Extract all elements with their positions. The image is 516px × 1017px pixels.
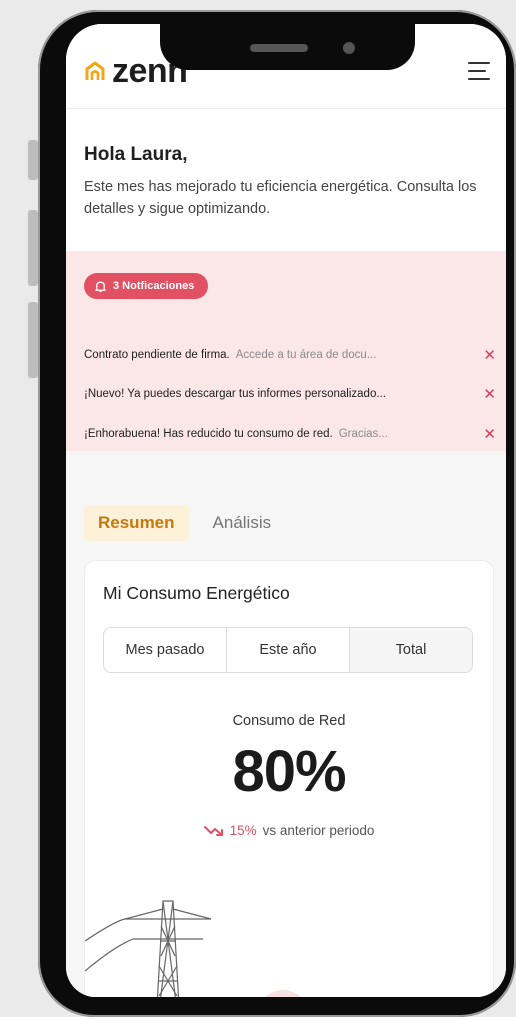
energy-illustration bbox=[85, 900, 301, 997]
hamburger-menu-icon[interactable] bbox=[468, 62, 490, 80]
period-option-this-year[interactable]: Este año bbox=[227, 628, 350, 672]
tab-resumen[interactable]: Resumen bbox=[84, 505, 189, 541]
notification-item[interactable]: Contrato pendiente de firma. Accede a tu … bbox=[84, 345, 496, 365]
tab-analisis[interactable]: Análisis bbox=[199, 505, 286, 541]
bell-icon bbox=[95, 281, 106, 292]
period-option-last-month[interactable]: Mes pasado bbox=[104, 628, 227, 672]
trend-indicator: 15% vs anterior periodo bbox=[85, 823, 493, 838]
notifications-badge[interactable]: 3 Notficaciones bbox=[84, 273, 209, 299]
notification-item[interactable]: ¡Nuevo! Ya puedes descargar tus informes… bbox=[84, 384, 496, 404]
notification-title: Contrato pendiente de firma. bbox=[84, 349, 230, 361]
phone-volume-down bbox=[28, 302, 38, 378]
notification-item[interactable]: ¡Enhorabuena! Has reducido tu consumo de… bbox=[84, 424, 496, 444]
trend-percent: 15% bbox=[229, 823, 257, 838]
consumption-card: Mi Consumo Energético Mes pasado Este añ… bbox=[84, 560, 494, 997]
close-icon[interactable]: ✕ bbox=[483, 427, 496, 442]
lightning-icon bbox=[265, 990, 301, 997]
greeting-title: Hola Laura, bbox=[84, 144, 188, 165]
close-icon[interactable]: ✕ bbox=[483, 387, 496, 402]
speaker-grille bbox=[250, 44, 308, 52]
notification-text: Contrato pendiente de firma. Accede a tu … bbox=[84, 349, 464, 361]
notifications-panel: 3 Notficaciones Contrato pendiente de fi… bbox=[66, 251, 506, 451]
close-icon[interactable]: ✕ bbox=[483, 348, 496, 363]
greeting-message: Este mes has mejorado tu eficiencia ener… bbox=[84, 179, 477, 217]
notification-text: ¡Nuevo! Ya puedes descargar tus informes… bbox=[84, 388, 464, 400]
phone-volume-up bbox=[28, 210, 38, 286]
notification-detail: Accede a tu área de docu... bbox=[235, 349, 377, 361]
metric-label: Consumo de Red bbox=[232, 713, 346, 729]
period-selector: Mes pasado Este año Total bbox=[103, 627, 473, 673]
notification-title: ¡Nuevo! Ya puedes descargar tus informes… bbox=[84, 388, 386, 400]
notification-title: ¡Enhorabuena! Has reducido tu consumo de… bbox=[84, 428, 333, 440]
front-camera bbox=[343, 42, 355, 54]
notification-detail: Gracias... bbox=[338, 428, 388, 440]
house-logo-icon bbox=[85, 61, 105, 80]
app-screen: zenn Hola Laura, Este mes has mejorado t… bbox=[66, 24, 506, 997]
card-title: Mi Consumo Energético bbox=[103, 583, 290, 603]
phone-notch bbox=[160, 14, 415, 70]
trend-down-icon bbox=[203, 825, 223, 836]
notifications-badge-label: 3 Notficaciones bbox=[113, 280, 195, 292]
metric-value: 80% bbox=[232, 739, 346, 804]
greeting-section: Hola Laura, Este mes has mejorado tu efi… bbox=[84, 144, 494, 220]
phone-side-button bbox=[28, 140, 38, 180]
trend-text: vs anterior periodo bbox=[262, 823, 375, 838]
notification-text: ¡Enhorabuena! Has reducido tu consumo de… bbox=[84, 428, 464, 440]
power-tower-icon bbox=[85, 900, 212, 997]
period-option-total[interactable]: Total bbox=[350, 628, 472, 672]
view-tabs: Resumen Análisis bbox=[84, 504, 285, 542]
